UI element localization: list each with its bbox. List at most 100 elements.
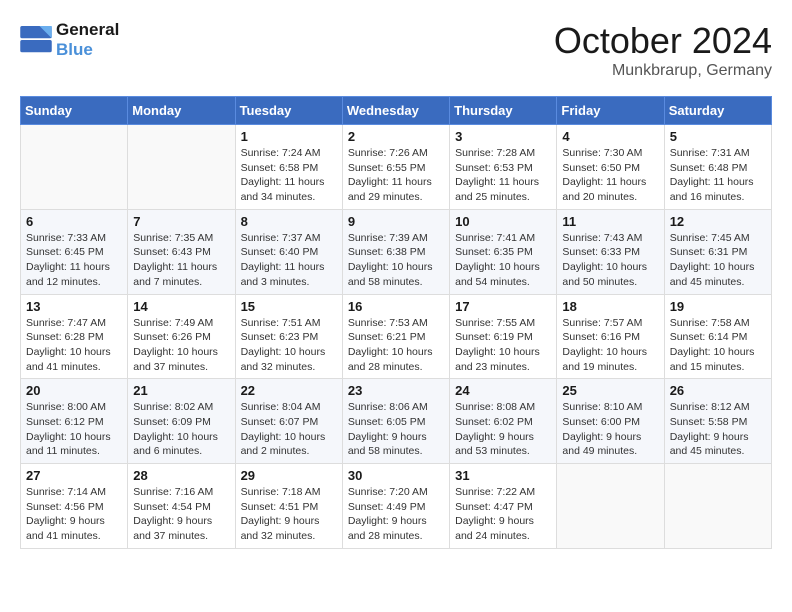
day-info: Sunrise: 7:49 AMSunset: 6:26 PMDaylight:… <box>133 316 229 375</box>
day-info: Sunrise: 7:51 AMSunset: 6:23 PMDaylight:… <box>241 316 337 375</box>
weekday-header: Saturday <box>664 97 771 125</box>
day-info: Sunrise: 7:26 AMSunset: 6:55 PMDaylight:… <box>348 146 444 205</box>
day-number: 21 <box>133 383 229 398</box>
day-info: Sunrise: 8:12 AMSunset: 5:58 PMDaylight:… <box>670 400 766 459</box>
day-number: 3 <box>455 129 551 144</box>
day-number: 1 <box>241 129 337 144</box>
calendar-cell: 29Sunrise: 7:18 AMSunset: 4:51 PMDayligh… <box>235 464 342 549</box>
day-number: 28 <box>133 468 229 483</box>
day-number: 30 <box>348 468 444 483</box>
calendar-cell: 12 Sunrise: 7:45 AMSunset: 6:31 PMDayligh… <box>664 209 771 294</box>
day-info: Sunrise: 7:37 AMSunset: 6:40 PMDaylight:… <box>241 231 337 290</box>
weekday-header-row: SundayMondayTuesdayWednesdayThursdayFrid… <box>21 97 772 125</box>
day-info: Sunrise: 8:08 AMSunset: 6:02 PMDaylight:… <box>455 400 551 459</box>
day-info: Sunrise: 7:18 AMSunset: 4:51 PMDaylight:… <box>241 485 337 544</box>
calendar-cell <box>21 125 128 210</box>
calendar-cell: 15 Sunrise: 7:51 AMSunset: 6:23 PMDayligh… <box>235 294 342 379</box>
calendar-cell: 5 Sunrise: 7:31 AMSunset: 6:48 PMDaylight… <box>664 125 771 210</box>
calendar-week-row: 6 Sunrise: 7:33 AMSunset: 6:45 PMDaylight… <box>21 209 772 294</box>
day-info: Sunrise: 8:02 AMSunset: 6:09 PMDaylight:… <box>133 400 229 459</box>
calendar-cell: 19Sunrise: 7:58 AMSunset: 6:14 PMDayligh… <box>664 294 771 379</box>
calendar-cell <box>557 464 664 549</box>
day-info: Sunrise: 7:57 AMSunset: 6:16 PMDaylight:… <box>562 316 658 375</box>
day-number: 23 <box>348 383 444 398</box>
calendar-cell: 10 Sunrise: 7:41 AMSunset: 6:35 PMDayligh… <box>450 209 557 294</box>
day-info: Sunrise: 7:41 AMSunset: 6:35 PMDaylight:… <box>455 231 551 290</box>
day-number: 14 <box>133 299 229 314</box>
day-number: 22 <box>241 383 337 398</box>
day-number: 12 <box>670 214 766 229</box>
weekday-header: Thursday <box>450 97 557 125</box>
day-info: Sunrise: 7:45 AMSunset: 6:31 PMDaylight:… <box>670 231 766 290</box>
day-number: 27 <box>26 468 122 483</box>
calendar-week-row: 13Sunrise: 7:47 AMSunset: 6:28 PMDayligh… <box>21 294 772 379</box>
day-info: Sunrise: 7:16 AMSunset: 4:54 PMDaylight:… <box>133 485 229 544</box>
calendar-cell: 30 Sunrise: 7:20 AMSunset: 4:49 PMDayligh… <box>342 464 449 549</box>
day-number: 17 <box>455 299 551 314</box>
day-number: 15 <box>241 299 337 314</box>
calendar-cell: 11Sunrise: 7:43 AMSunset: 6:33 PMDayligh… <box>557 209 664 294</box>
calendar-cell: 2 Sunrise: 7:26 AMSunset: 6:55 PMDaylight… <box>342 125 449 210</box>
day-number: 7 <box>133 214 229 229</box>
day-info: Sunrise: 7:22 AMSunset: 4:47 PMDaylight:… <box>455 485 551 544</box>
calendar-table: SundayMondayTuesdayWednesdayThursdayFrid… <box>20 96 772 549</box>
day-info: Sunrise: 7:28 AMSunset: 6:53 PMDaylight:… <box>455 146 551 205</box>
title-block: October 2024 Munkbrarup, Germany <box>554 20 772 80</box>
calendar-cell: 9 Sunrise: 7:39 AMSunset: 6:38 PMDaylight… <box>342 209 449 294</box>
day-info: Sunrise: 7:35 AMSunset: 6:43 PMDaylight:… <box>133 231 229 290</box>
day-number: 5 <box>670 129 766 144</box>
weekday-header: Sunday <box>21 97 128 125</box>
calendar-cell: 4Sunrise: 7:30 AMSunset: 6:50 PMDaylight… <box>557 125 664 210</box>
day-info: Sunrise: 8:06 AMSunset: 6:05 PMDaylight:… <box>348 400 444 459</box>
weekday-header: Tuesday <box>235 97 342 125</box>
day-number: 16 <box>348 299 444 314</box>
calendar-cell: 23 Sunrise: 8:06 AMSunset: 6:05 PMDayligh… <box>342 379 449 464</box>
calendar-cell: 27 Sunrise: 7:14 AMSunset: 4:56 PMDayligh… <box>21 464 128 549</box>
day-info: Sunrise: 7:47 AMSunset: 6:28 PMDaylight:… <box>26 316 122 375</box>
calendar-cell: 26Sunrise: 8:12 AMSunset: 5:58 PMDayligh… <box>664 379 771 464</box>
logo-icon <box>20 26 52 54</box>
day-number: 24 <box>455 383 551 398</box>
calendar-cell <box>664 464 771 549</box>
calendar-cell: 16 Sunrise: 7:53 AMSunset: 6:21 PMDayligh… <box>342 294 449 379</box>
calendar-week-row: 20Sunrise: 8:00 AMSunset: 6:12 PMDayligh… <box>21 379 772 464</box>
calendar-cell <box>128 125 235 210</box>
calendar-cell: 24 Sunrise: 8:08 AMSunset: 6:02 PMDayligh… <box>450 379 557 464</box>
day-number: 25 <box>562 383 658 398</box>
day-number: 10 <box>455 214 551 229</box>
calendar-cell: 6 Sunrise: 7:33 AMSunset: 6:45 PMDaylight… <box>21 209 128 294</box>
calendar-cell: 18 Sunrise: 7:57 AMSunset: 6:16 PMDayligh… <box>557 294 664 379</box>
day-number: 2 <box>348 129 444 144</box>
day-number: 9 <box>348 214 444 229</box>
logo-text: General Blue <box>56 20 119 61</box>
day-info: Sunrise: 7:39 AMSunset: 6:38 PMDaylight:… <box>348 231 444 290</box>
day-info: Sunrise: 7:14 AMSunset: 4:56 PMDaylight:… <box>26 485 122 544</box>
page-header: General Blue October 2024 Munkbrarup, Ge… <box>20 20 772 80</box>
calendar-cell: 3 Sunrise: 7:28 AMSunset: 6:53 PMDaylight… <box>450 125 557 210</box>
calendar-cell: 20Sunrise: 8:00 AMSunset: 6:12 PMDayligh… <box>21 379 128 464</box>
day-info: Sunrise: 8:04 AMSunset: 6:07 PMDaylight:… <box>241 400 337 459</box>
weekday-header: Monday <box>128 97 235 125</box>
calendar-cell: 8 Sunrise: 7:37 AMSunset: 6:40 PMDaylight… <box>235 209 342 294</box>
day-info: Sunrise: 7:33 AMSunset: 6:45 PMDaylight:… <box>26 231 122 290</box>
weekday-header: Wednesday <box>342 97 449 125</box>
day-info: Sunrise: 7:20 AMSunset: 4:49 PMDaylight:… <box>348 485 444 544</box>
calendar-cell: 28 Sunrise: 7:16 AMSunset: 4:54 PMDayligh… <box>128 464 235 549</box>
calendar-cell: 13Sunrise: 7:47 AMSunset: 6:28 PMDayligh… <box>21 294 128 379</box>
day-info: Sunrise: 7:55 AMSunset: 6:19 PMDaylight:… <box>455 316 551 375</box>
day-info: Sunrise: 8:10 AMSunset: 6:00 PMDaylight:… <box>562 400 658 459</box>
day-number: 31 <box>455 468 551 483</box>
calendar-cell: 17 Sunrise: 7:55 AMSunset: 6:19 PMDayligh… <box>450 294 557 379</box>
day-info: Sunrise: 7:31 AMSunset: 6:48 PMDaylight:… <box>670 146 766 205</box>
day-number: 6 <box>26 214 122 229</box>
calendar-cell: 21 Sunrise: 8:02 AMSunset: 6:09 PMDayligh… <box>128 379 235 464</box>
calendar-cell: 7 Sunrise: 7:35 AMSunset: 6:43 PMDaylight… <box>128 209 235 294</box>
day-number: 20 <box>26 383 122 398</box>
calendar-cell: 1Sunrise: 7:24 AMSunset: 6:58 PMDaylight… <box>235 125 342 210</box>
location: Munkbrarup, Germany <box>554 62 772 80</box>
day-number: 18 <box>562 299 658 314</box>
logo: General Blue <box>20 20 119 61</box>
month-title: October 2024 <box>554 20 772 62</box>
day-number: 8 <box>241 214 337 229</box>
day-info: Sunrise: 7:53 AMSunset: 6:21 PMDaylight:… <box>348 316 444 375</box>
